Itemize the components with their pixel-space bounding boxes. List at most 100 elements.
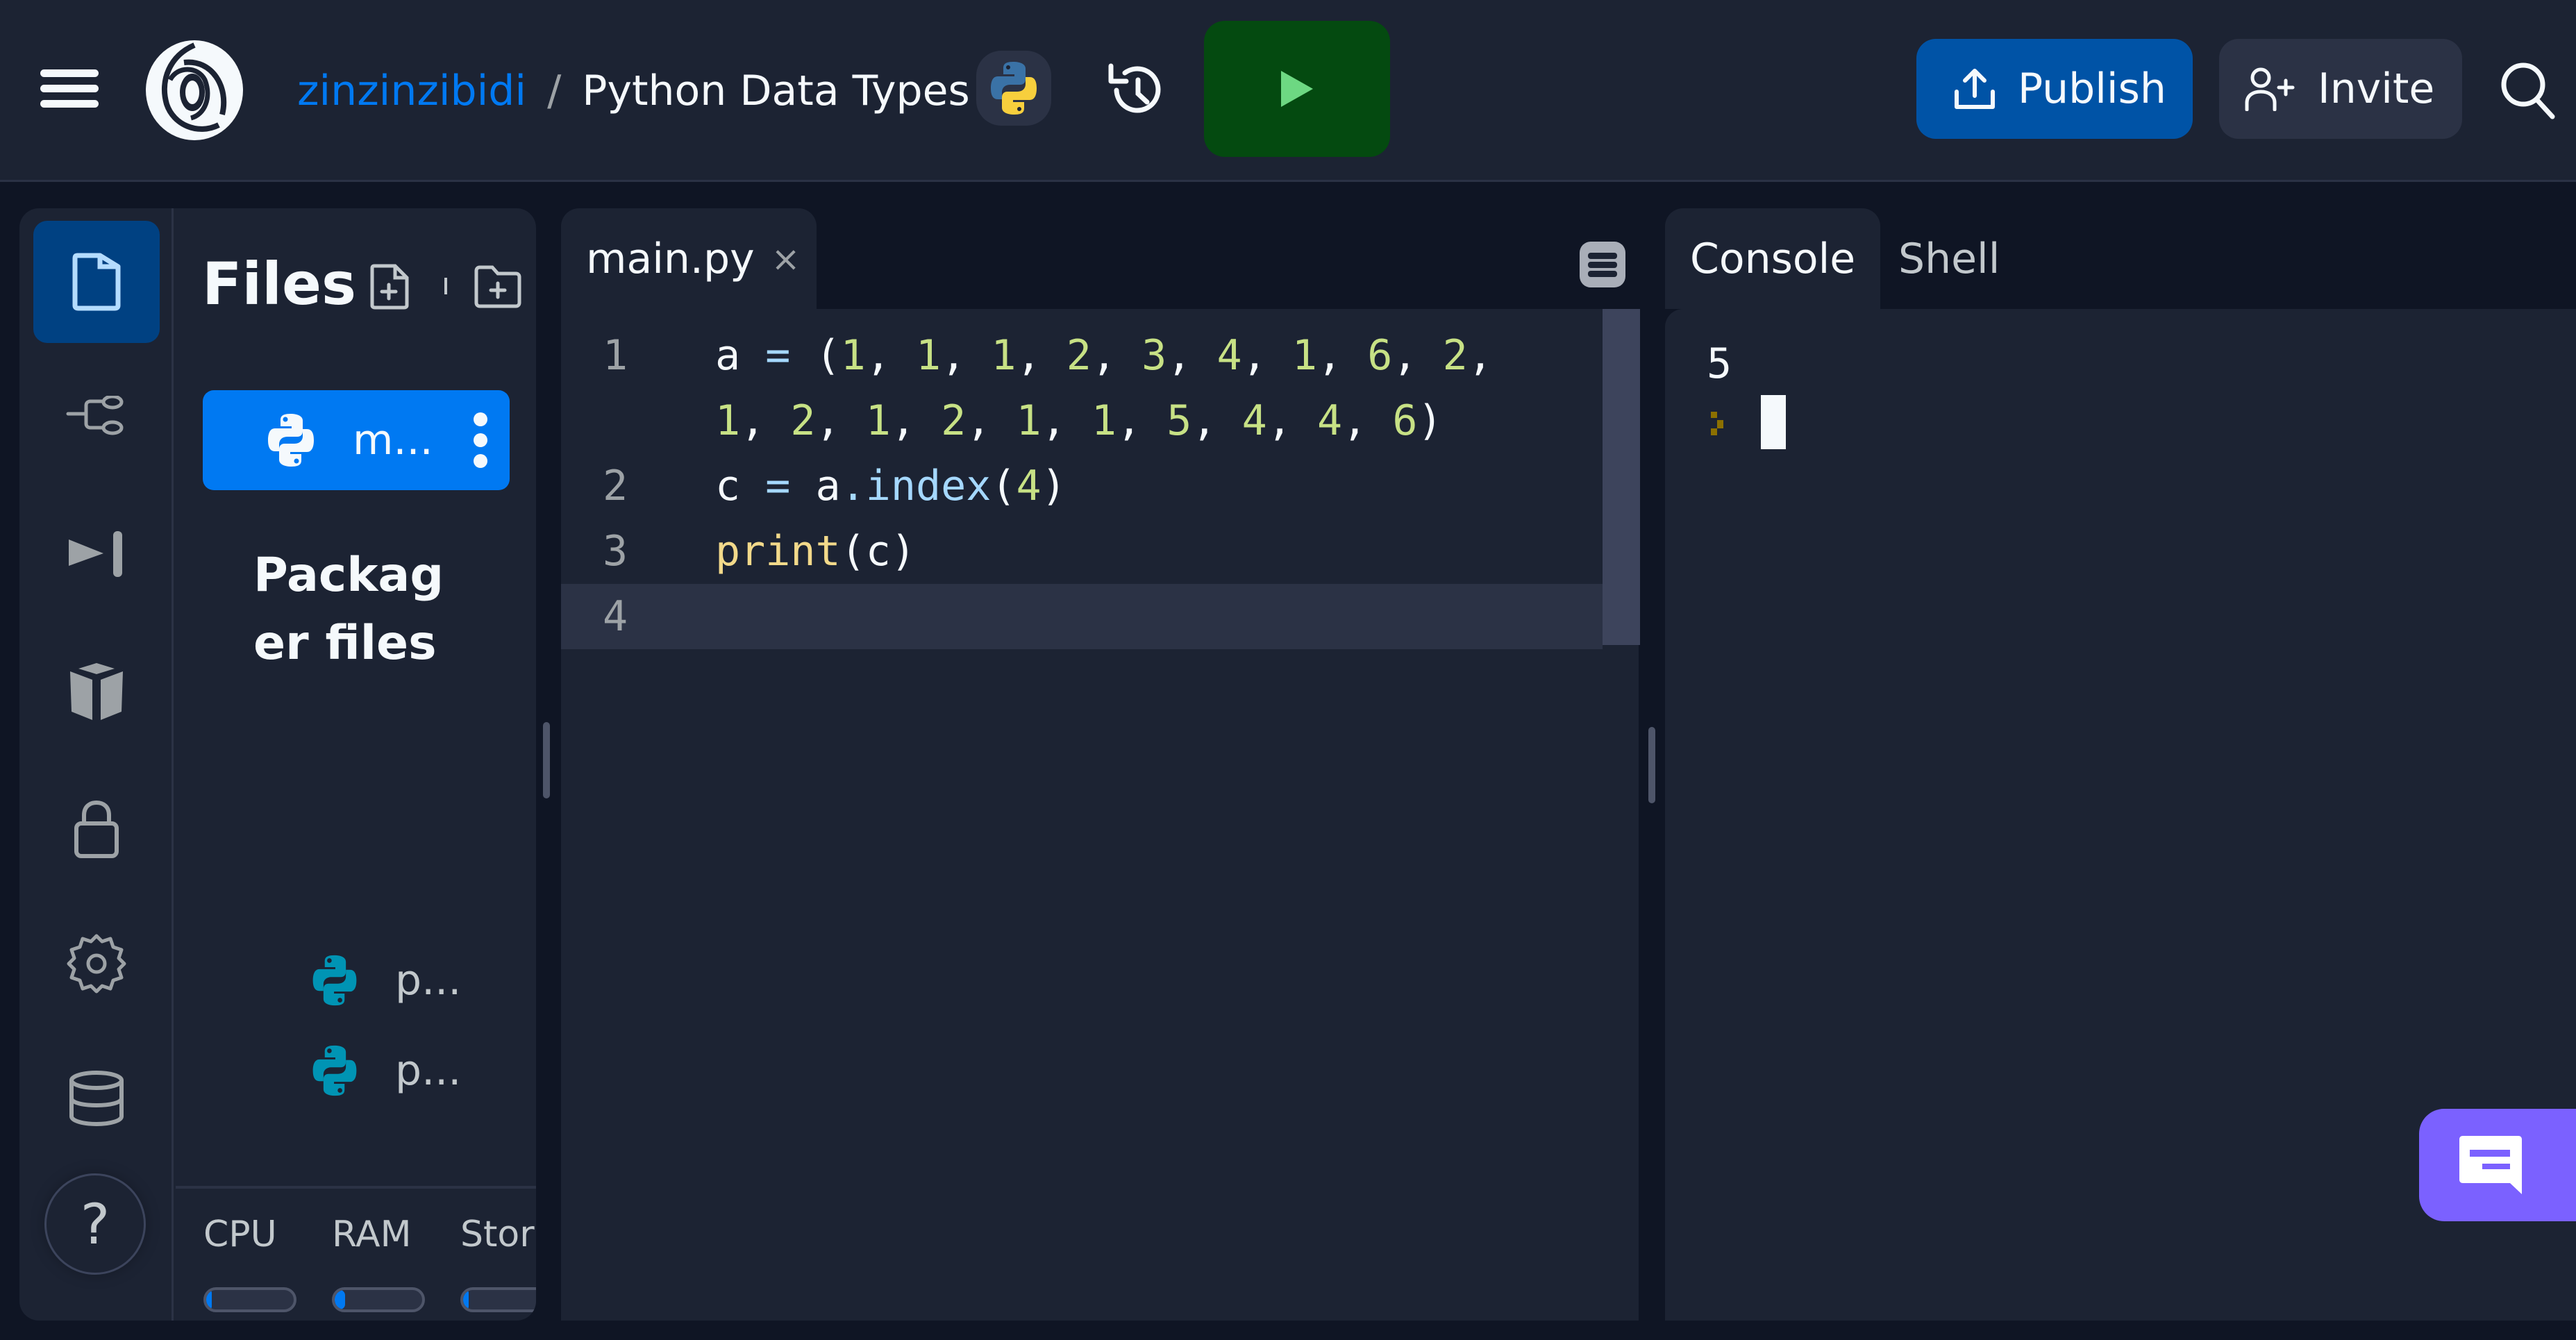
help-icon: ?: [80, 1191, 110, 1257]
code-text: 1, 2, 1, 2, 1, 1, 5, 4, 4, 6): [715, 396, 1443, 445]
code-text: print(c): [715, 527, 916, 576]
package-file-item[interactable]: p...: [308, 949, 488, 1012]
resource-fill: [206, 1290, 212, 1309]
resource-bar: [460, 1287, 536, 1312]
line-number: 1: [602, 331, 628, 380]
file-icon: [72, 253, 121, 311]
code-text: a = (1, 1, 1, 2, 3, 4, 1, 6, 2,: [715, 331, 1493, 380]
files-resize-handle[interactable]: [543, 722, 550, 798]
nav-item-settings[interactable]: [33, 903, 160, 1025]
files-panel: Files m... Packager files p... p... CPU …: [176, 208, 536, 1321]
nav-rail: ?: [19, 208, 174, 1321]
gear-icon: [67, 934, 126, 994]
add-folder-icon: [474, 265, 521, 308]
add-user-icon: [2245, 67, 2295, 111]
tab-main-py[interactable]: main.py ×: [561, 208, 817, 309]
file-name: p...: [395, 1046, 462, 1095]
console-cursor: [1761, 395, 1786, 449]
python-file-icon: [312, 955, 357, 1006]
menu-hamburger-icon[interactable]: [40, 69, 99, 108]
invite-button[interactable]: Invite: [2219, 39, 2462, 139]
package-file-item[interactable]: p...: [308, 1039, 488, 1102]
cube-icon: [70, 663, 123, 720]
publish-button[interactable]: Publish: [1916, 39, 2193, 139]
file-options-icon[interactable]: [474, 412, 487, 468]
run-button[interactable]: [1204, 21, 1390, 157]
resource-label: Stor: [460, 1214, 535, 1255]
nav-item-debugger[interactable]: [33, 493, 160, 615]
file-name: p...: [395, 956, 462, 1005]
resource-cpu[interactable]: CPU: [203, 1214, 296, 1312]
breadcrumb: zinzinzibidi / Python Data Types: [297, 61, 970, 121]
resource-bar: [332, 1287, 425, 1312]
console-tabbar: Console Shell: [1665, 208, 2576, 309]
breadcrumb-username-link[interactable]: zinzinzibidi: [297, 67, 526, 115]
history-icon: [1108, 63, 1161, 113]
nav-item-packages[interactable]: [33, 630, 160, 753]
resource-label: CPU: [203, 1214, 277, 1255]
file-name: m...: [353, 416, 433, 464]
nav-item-git[interactable]: [33, 355, 160, 478]
replit-logo-icon[interactable]: [142, 38, 246, 142]
divider: [444, 278, 447, 294]
publish-label: Publish: [2018, 65, 2166, 113]
line-number: 2: [602, 462, 628, 510]
editor-console-resize-handle[interactable]: [1648, 727, 1655, 803]
resource-bar: [203, 1287, 296, 1312]
code-editor[interactable]: 1 a = (1, 1, 1, 2, 3, 4, 1, 6, 2, 1, 2, …: [561, 309, 1640, 1321]
upload-icon: [1955, 69, 1995, 109]
resource-storage[interactable]: Stor: [460, 1214, 536, 1312]
code-line-active[interactable]: 4: [561, 584, 1603, 649]
chat-button[interactable]: [2419, 1109, 2576, 1221]
editor-options-icon[interactable]: [1580, 242, 1625, 287]
line-number: 3: [602, 527, 628, 576]
play-icon: [1281, 71, 1313, 107]
history-button[interactable]: [1104, 59, 1166, 122]
resource-ram[interactable]: RAM: [332, 1214, 425, 1312]
editor-tabbar: main.py ×: [561, 208, 1639, 309]
prompt-chevron-icon: [1711, 412, 1723, 435]
add-file-icon: [370, 264, 409, 310]
left-panel: ? Files m... Packager files p... p... CP…: [19, 208, 536, 1321]
nav-item-files[interactable]: [33, 221, 160, 343]
search-icon: [2501, 62, 2555, 119]
line-number: 4: [602, 592, 628, 641]
add-folder-button[interactable]: [474, 265, 521, 308]
step-forward-icon: [69, 531, 122, 577]
add-file-button[interactable]: [370, 264, 409, 310]
resource-label: RAM: [332, 1214, 412, 1255]
resource-fill: [335, 1290, 346, 1309]
tab-label: main.py: [586, 234, 755, 283]
invite-label: Invite: [2318, 65, 2435, 113]
resource-fill: [463, 1290, 469, 1309]
file-item-main-py[interactable]: m...: [203, 390, 510, 490]
lock-icon: [74, 800, 119, 858]
code-line-wrap[interactable]: 1, 2, 1, 2, 1, 1, 5, 4, 4, 6): [561, 388, 1603, 453]
chat-icon: [2459, 1136, 2522, 1194]
code-line[interactable]: 1 a = (1, 1, 1, 2, 3, 4, 1, 6, 2,: [561, 323, 1603, 388]
files-title: Files: [202, 250, 356, 318]
packager-files-heading: Packager files: [253, 548, 444, 671]
language-badge[interactable]: [976, 51, 1051, 126]
top-bar: zinzinzibidi / Python Data Types Publish: [0, 0, 2576, 182]
code-line[interactable]: 2 c = a.index(4): [561, 453, 1603, 519]
close-icon[interactable]: ×: [771, 239, 801, 279]
editor-scrollbar[interactable]: [1603, 309, 1640, 645]
python-logo-icon: [991, 62, 1037, 115]
code-line[interactable]: 3 print(c): [561, 519, 1603, 584]
resource-usage: CPU RAM Stor: [176, 1186, 536, 1321]
breadcrumb-separator: /: [547, 67, 562, 115]
version-control-icon: [66, 396, 124, 435]
nav-item-secrets[interactable]: [33, 768, 160, 890]
python-file-icon: [312, 1045, 357, 1096]
python-file-icon: [268, 414, 314, 467]
database-icon: [69, 1071, 124, 1126]
search-button[interactable]: [2497, 58, 2559, 121]
code-text: c = a.index(4): [715, 462, 1067, 510]
repl-title[interactable]: Python Data Types: [582, 67, 969, 115]
console-output-text: 5: [1707, 340, 1732, 388]
help-button[interactable]: ?: [44, 1173, 146, 1275]
nav-item-database[interactable]: [33, 1037, 160, 1159]
tab-shell[interactable]: Shell: [1873, 208, 2025, 309]
tab-console[interactable]: Console: [1665, 208, 1881, 309]
